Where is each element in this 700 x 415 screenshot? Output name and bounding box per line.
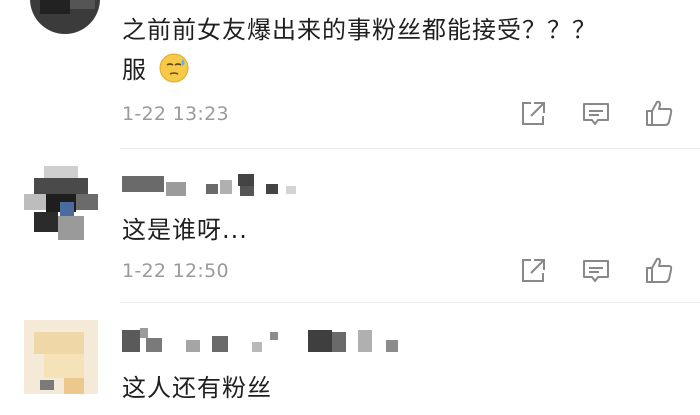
comment-text: 之前前女友爆出来的事粉丝都能接受？？？ [122,10,597,45]
divider [120,302,700,303]
comment-icon [583,103,609,125]
reply-button[interactable] [581,256,611,286]
share-icon [522,259,545,282]
comment-timestamp: 1-22 12:50 [122,260,229,282]
comment-text: 这是谁呀... [122,216,248,244]
comment-item-3: 这人还有粉丝 [0,304,700,415]
like-button[interactable] [644,255,674,285]
comment-item-1: 之前前女友爆出来的事粉丝都能接受？？？ 服 1-22 13:23 [0,0,700,150]
share-icon [522,102,545,125]
like-icon [646,100,673,126]
comment-text: 这人还有粉丝 [122,374,272,402]
comment-icon [583,260,609,282]
username-blurred[interactable] [122,172,312,196]
comment-text-line2-wrap: 服 [122,50,190,90]
avatar[interactable] [24,166,98,240]
sweat-face-emoji-icon [158,52,190,90]
avatar[interactable] [30,0,100,34]
avatar[interactable] [24,320,98,394]
comment-text-line1: 之前前女友爆出来的事粉丝都能接受？？？ [122,16,597,44]
share-button[interactable] [518,256,548,286]
comment-item-2: 这是谁呀... 1-22 12:50 [0,150,700,302]
username-blurred[interactable] [122,328,422,352]
reply-button[interactable] [581,99,611,129]
like-button[interactable] [644,98,674,128]
divider [120,148,700,149]
comment-timestamp: 1-22 13:23 [122,103,229,125]
like-icon [646,257,673,283]
comment-text-line2: 服 [122,56,147,84]
share-button[interactable] [518,99,548,129]
